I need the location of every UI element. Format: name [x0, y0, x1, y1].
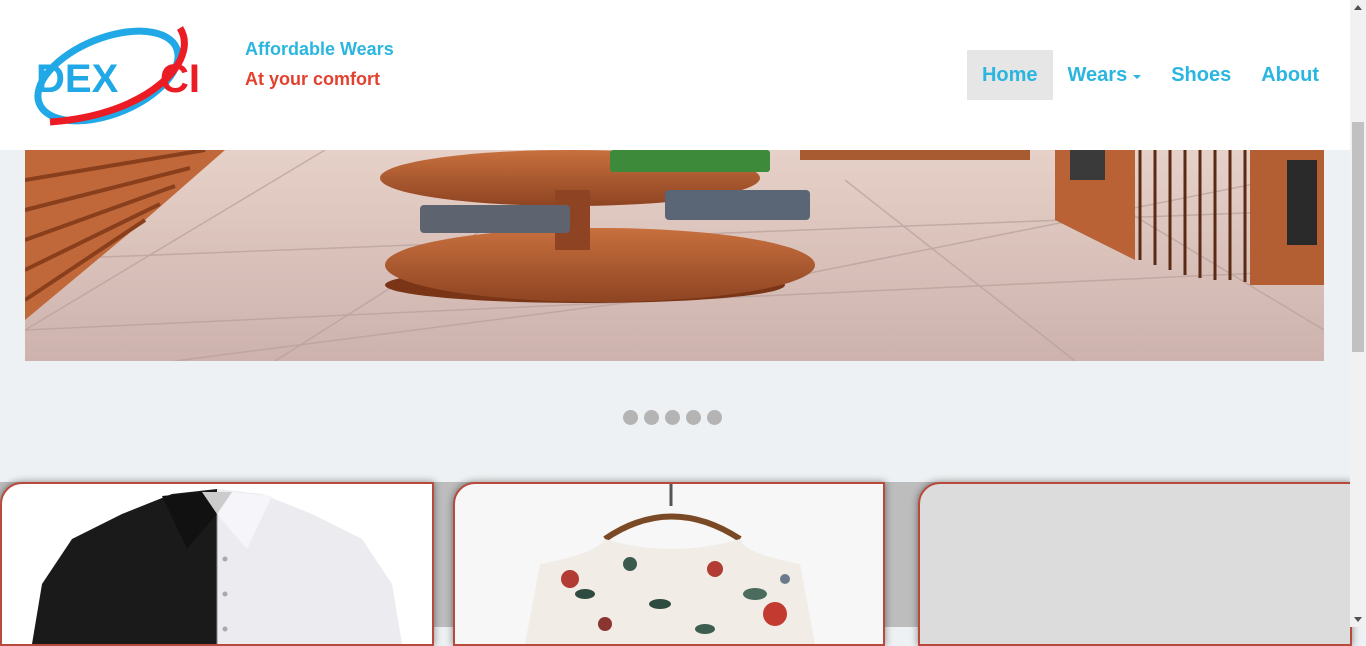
product-card-placeholder[interactable]: [918, 482, 1352, 646]
logo-text-dex: DEX: [36, 57, 119, 101]
dexci-logo[interactable]: DEX CI: [30, 20, 240, 130]
nav-about-label: About: [1261, 64, 1319, 86]
nav-home-label: Home: [981, 64, 1038, 86]
scroll-up-arrow-icon[interactable]: [1354, 5, 1362, 10]
nav-shoes-label: Shoes: [1171, 64, 1232, 86]
floral-top-image: [525, 484, 815, 644]
tagline-primary: Affordable Wears: [245, 39, 394, 59]
tagline-secondary: At your comfort: [245, 69, 380, 89]
chevron-down-icon: [1133, 74, 1142, 79]
product-card-floral-top[interactable]: [453, 482, 885, 646]
carousel-dot-3[interactable]: [665, 410, 680, 425]
main-nav: Home Wears Shoes About: [966, 50, 1334, 100]
nav-home[interactable]: Home: [966, 50, 1053, 100]
product-card-shirt[interactable]: [0, 482, 434, 646]
store-interior-image: [25, 150, 1324, 361]
black-white-shirt-image: [32, 489, 402, 644]
page-scrollbar[interactable]: [1350, 0, 1366, 627]
carousel-dot-2[interactable]: [644, 410, 659, 425]
hero-carousel-image: [25, 150, 1324, 361]
nav-about[interactable]: About: [1246, 50, 1334, 100]
nav-wears-label: Wears: [1067, 64, 1128, 86]
nav-shoes[interactable]: Shoes: [1156, 50, 1246, 100]
site-header: DEX CI Affordable Wears At your comfort …: [0, 0, 1350, 150]
carousel-dot-5[interactable]: [707, 410, 722, 425]
carousel-dot-4[interactable]: [686, 410, 701, 425]
nav-wears[interactable]: Wears: [1053, 50, 1157, 100]
carousel-indicators: [623, 410, 722, 425]
scroll-thumb[interactable]: [1352, 122, 1364, 352]
scroll-down-arrow-icon[interactable]: [1354, 617, 1362, 622]
logo-text-ci: CI: [160, 57, 200, 101]
carousel-dot-1[interactable]: [623, 410, 638, 425]
